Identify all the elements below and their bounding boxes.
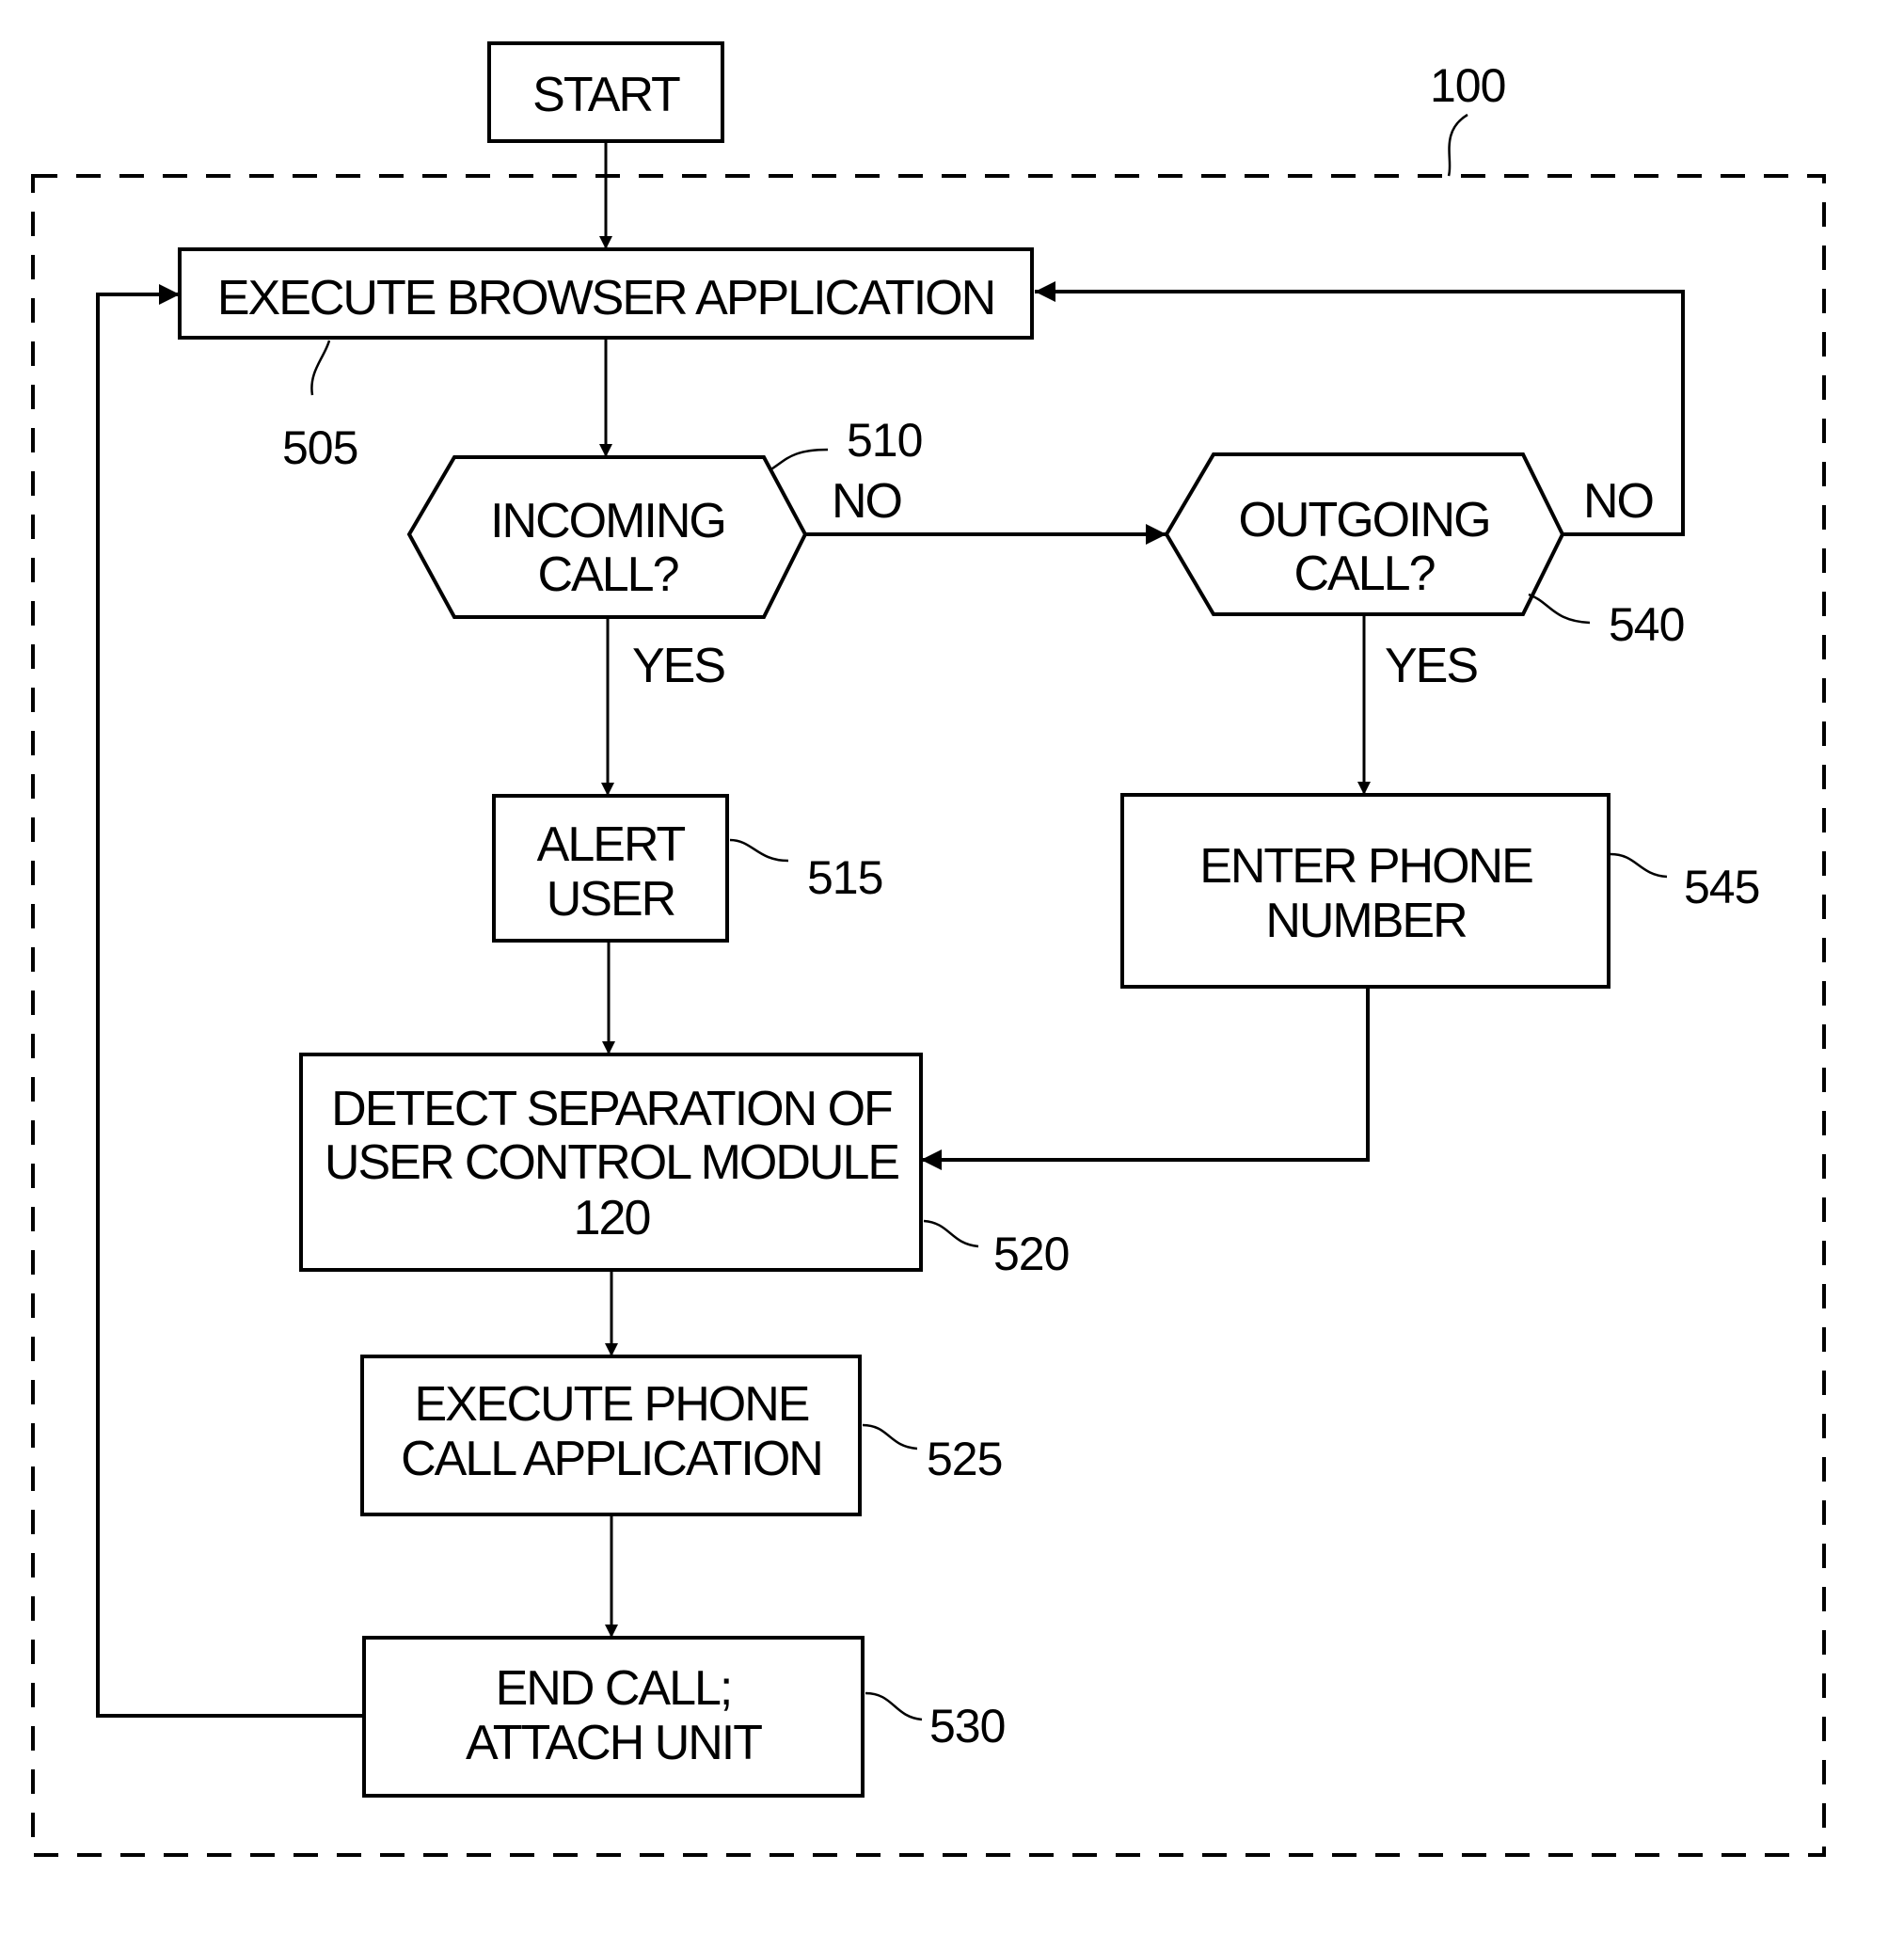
- incoming-call-label-1: INCOMING: [490, 494, 725, 548]
- ref-515-leader: [729, 838, 789, 863]
- outgoing-call-label-2: CALL?: [1294, 547, 1435, 601]
- ref-520: 520: [993, 1228, 1069, 1280]
- ref-545-leader: [1610, 852, 1668, 879]
- ref-515: 515: [807, 851, 882, 904]
- incoming-call-label-2: CALL?: [538, 547, 678, 602]
- ref-520-leader: [923, 1219, 979, 1248]
- alert-user-label-1: ALERT: [537, 817, 686, 872]
- detect-separation-label-3: 120: [574, 1191, 650, 1245]
- ref-525: 525: [927, 1433, 1002, 1485]
- outgoing-yes-label: YES: [1385, 639, 1477, 693]
- ref-510: 510: [847, 414, 922, 467]
- ref-505: 505: [282, 421, 357, 474]
- flowchart-canvas: 100 START EXECUTE BROWSER APPLICATION 50…: [31, 41, 1826, 1857]
- ref-545: 545: [1684, 861, 1759, 913]
- edge-enter-phone-to-detect: [921, 987, 1370, 1170]
- ref-530-leader: [865, 1691, 923, 1721]
- ref-510-leader: [769, 448, 829, 472]
- enter-phone-label-2: NUMBER: [1265, 894, 1467, 948]
- ref-540-leader: [1528, 593, 1591, 625]
- outgoing-call-label-1: OUTGOING: [1238, 493, 1489, 547]
- start-label: START: [532, 68, 680, 122]
- incoming-yes-label: YES: [632, 639, 724, 693]
- outgoing-no-label: NO: [1583, 474, 1653, 529]
- end-call-label-1: END CALL;: [496, 1661, 732, 1716]
- ref-525-leader: [862, 1423, 918, 1450]
- edge-end-call-to-browser: [96, 284, 364, 1718]
- ref-540: 540: [1609, 598, 1684, 651]
- execute-browser-label: EXECUTE BROWSER APPLICATION: [217, 271, 994, 325]
- alert-user-label-2: USER: [547, 872, 675, 927]
- end-call-label-2: ATTACH UNIT: [466, 1716, 762, 1770]
- detect-separation-label-1: DETECT SEPARATION OF: [331, 1082, 892, 1136]
- ref-100-leader: [1447, 113, 1468, 177]
- enter-phone-label-1: ENTER PHONE: [1199, 839, 1532, 894]
- ref-100: 100: [1430, 59, 1505, 112]
- execute-phone-label-2: CALL APPLICATION: [401, 1432, 822, 1486]
- execute-phone-label-1: EXECUTE PHONE: [415, 1377, 809, 1432]
- detect-separation-label-2: USER CONTROL MODULE: [325, 1135, 898, 1190]
- ref-505-leader: [310, 340, 331, 396]
- ref-530: 530: [929, 1700, 1005, 1752]
- incoming-no-label: NO: [832, 474, 901, 529]
